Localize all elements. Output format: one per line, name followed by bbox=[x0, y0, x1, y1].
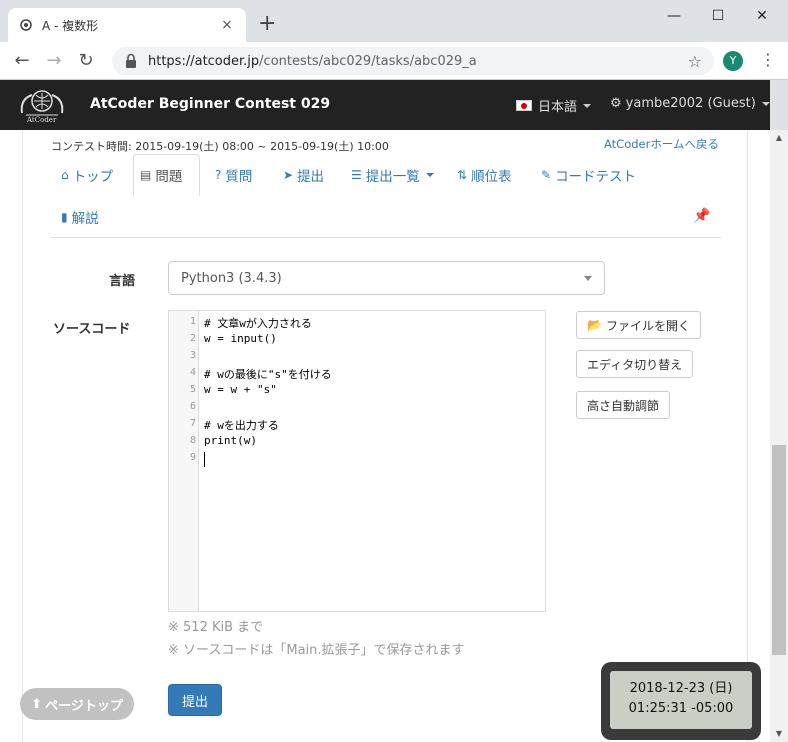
clock-widget: 2018-12-23 (日) 01:25:31 -05:00 bbox=[601, 662, 761, 740]
close-tab-icon[interactable]: × bbox=[218, 17, 236, 33]
open-file-button[interactable]: 📂 ファイルを開く bbox=[576, 311, 701, 339]
clock-time: 01:25:31 -05:00 bbox=[628, 701, 734, 716]
scroll-up-icon[interactable]: ▲ bbox=[770, 131, 788, 145]
question-icon: ? bbox=[215, 168, 222, 182]
line-number: 2 bbox=[189, 333, 196, 344]
main-container: コンテスト時間: 2015-09-19(土) 08:00 ~ 2015-09-1… bbox=[22, 130, 748, 742]
line-number-gutter: 1 2 3 4 5 6 7 8 9 bbox=[169, 311, 199, 611]
code-line: w = w + "s" bbox=[204, 383, 277, 396]
url-text: https://atcoder.jp/contests/abc029/tasks… bbox=[148, 53, 477, 69]
browser-menu-icon[interactable]: ⋮ bbox=[760, 50, 776, 69]
book-icon: ▮ bbox=[61, 210, 68, 224]
list-icon: ▤ bbox=[140, 168, 152, 182]
code-line: print(w) bbox=[204, 434, 257, 447]
bookmark-star-icon[interactable]: ☆ bbox=[688, 52, 702, 71]
gear-icon: ⚙ bbox=[610, 96, 622, 111]
wrench-icon: ✎ bbox=[541, 168, 552, 182]
contest-title[interactable]: AtCoder Beginner Contest 029 bbox=[90, 96, 330, 112]
scroll-down-icon[interactable]: ▼ bbox=[770, 727, 788, 741]
close-window-button[interactable]: ✕ bbox=[742, 4, 782, 28]
home-icon: ⌂ bbox=[61, 168, 69, 182]
menu-icon: ☰ bbox=[351, 168, 362, 182]
scrollbar-thumb[interactable] bbox=[772, 445, 786, 655]
forward-arrow-icon[interactable]: → bbox=[42, 49, 66, 73]
code-line: # 文章wが入力される bbox=[204, 317, 312, 330]
atcoder-favicon-icon bbox=[18, 17, 34, 33]
folder-open-icon: 📂 bbox=[587, 318, 602, 332]
tab-clarifications[interactable]: ? 質問 bbox=[209, 154, 258, 196]
line-number: 6 bbox=[189, 401, 196, 412]
tab-code-test[interactable]: ✎ コードテスト bbox=[535, 154, 642, 196]
home-link[interactable]: AtCoderホームへ戻る bbox=[604, 136, 719, 152]
language-dropdown[interactable]: 日本語 bbox=[516, 96, 592, 115]
source-code-label: ソースコード bbox=[53, 322, 131, 337]
minimize-button[interactable]: — bbox=[654, 4, 694, 28]
switch-editor-button[interactable]: エディタ切り替え bbox=[576, 350, 694, 378]
maximize-button[interactable]: ☐ bbox=[698, 4, 738, 28]
tab-title: A - 複数形 bbox=[42, 18, 99, 33]
tab-editorial[interactable]: ▮ 解説 bbox=[55, 196, 105, 238]
back-arrow-icon[interactable]: ← bbox=[10, 49, 34, 73]
language-selected-value: Python3 (3.4.3) bbox=[181, 270, 282, 286]
address-bar: ← → ↻ https://atcoder.jp/contests/abc029… bbox=[0, 42, 788, 80]
chevron-down-icon bbox=[584, 276, 592, 281]
size-limit-note: ※ 512 KiB まで bbox=[168, 620, 264, 635]
pin-icon[interactable]: 📌 bbox=[693, 208, 710, 224]
chevron-down-icon bbox=[761, 101, 770, 106]
reload-icon[interactable]: ↻ bbox=[74, 49, 98, 73]
tab-standings[interactable]: ⇅ 順位表 bbox=[451, 154, 518, 196]
language-label: 日本語 bbox=[538, 100, 578, 115]
tab-tasks[interactable]: ▤ 問題 bbox=[133, 154, 200, 196]
chevron-down-icon bbox=[425, 173, 434, 177]
line-number: 8 bbox=[189, 435, 196, 446]
arrow-up-icon: ⬆ bbox=[31, 696, 43, 712]
japan-flag-icon bbox=[516, 100, 532, 111]
tab-submit[interactable]: ➤ 提出 bbox=[277, 154, 330, 196]
page-viewport: コンテスト時間: 2015-09-19(土) 08:00 ~ 2015-09-1… bbox=[0, 130, 770, 742]
contest-time: コンテスト時間: 2015-09-19(土) 08:00 ~ 2015-09-1… bbox=[51, 140, 389, 153]
code-line: # wの最後に"s"を付ける bbox=[204, 368, 332, 381]
code-line: # wを出力する bbox=[204, 419, 279, 432]
new-tab-button[interactable]: + bbox=[258, 13, 276, 35]
language-select[interactable]: Python3 (3.4.3) bbox=[168, 261, 605, 295]
line-number: 4 bbox=[189, 367, 196, 378]
send-icon: ➤ bbox=[283, 168, 294, 182]
clock-date: 2018-12-23 (日) bbox=[629, 681, 733, 696]
tab-submissions[interactable]: ☰ 提出一覧 bbox=[345, 154, 440, 196]
user-dropdown[interactable]: ⚙ yambe2002 (Guest) bbox=[610, 96, 770, 111]
browser-tab[interactable]: A - 複数形 × bbox=[8, 8, 246, 42]
text-cursor bbox=[204, 452, 205, 467]
submit-button[interactable]: 提出 bbox=[168, 684, 222, 716]
code-editor[interactable]: 1 2 3 4 5 6 7 8 9 # 文章wが入力される w = input(… bbox=[168, 310, 546, 612]
line-number: 3 bbox=[189, 350, 196, 361]
logo-caption: AtCoder bbox=[27, 116, 57, 124]
save-name-note: ※ ソースコードは「Main.拡張子」で保存されます bbox=[168, 643, 465, 658]
divider bbox=[51, 237, 721, 238]
line-number: 9 bbox=[189, 452, 196, 463]
auto-height-button[interactable]: 高さ自動調節 bbox=[576, 391, 671, 419]
code-line: w = input() bbox=[204, 332, 277, 345]
clock-display: 2018-12-23 (日) 01:25:31 -05:00 bbox=[610, 671, 752, 729]
site-navbar: AtCoder AtCoder Beginner Contest 029 日本語… bbox=[0, 80, 770, 130]
sort-icon: ⇅ bbox=[457, 168, 468, 182]
line-number: 5 bbox=[189, 384, 196, 395]
url-input[interactable]: https://atcoder.jp/contests/abc029/tasks… bbox=[112, 47, 714, 75]
tab-top[interactable]: ⌂ トップ bbox=[55, 154, 119, 196]
chevron-down-icon bbox=[583, 103, 592, 108]
browser-tab-bar: A - 複数形 × + — ☐ ✕ bbox=[0, 0, 788, 42]
lock-icon bbox=[126, 53, 136, 68]
user-name: yambe2002 (Guest) bbox=[625, 96, 756, 111]
line-number: 1 bbox=[189, 316, 196, 327]
line-number: 7 bbox=[189, 418, 196, 429]
language-label: 言語 bbox=[109, 274, 136, 289]
profile-avatar[interactable]: Y bbox=[723, 51, 743, 71]
page-top-button[interactable]: ⬆ ページトップ bbox=[20, 688, 134, 720]
